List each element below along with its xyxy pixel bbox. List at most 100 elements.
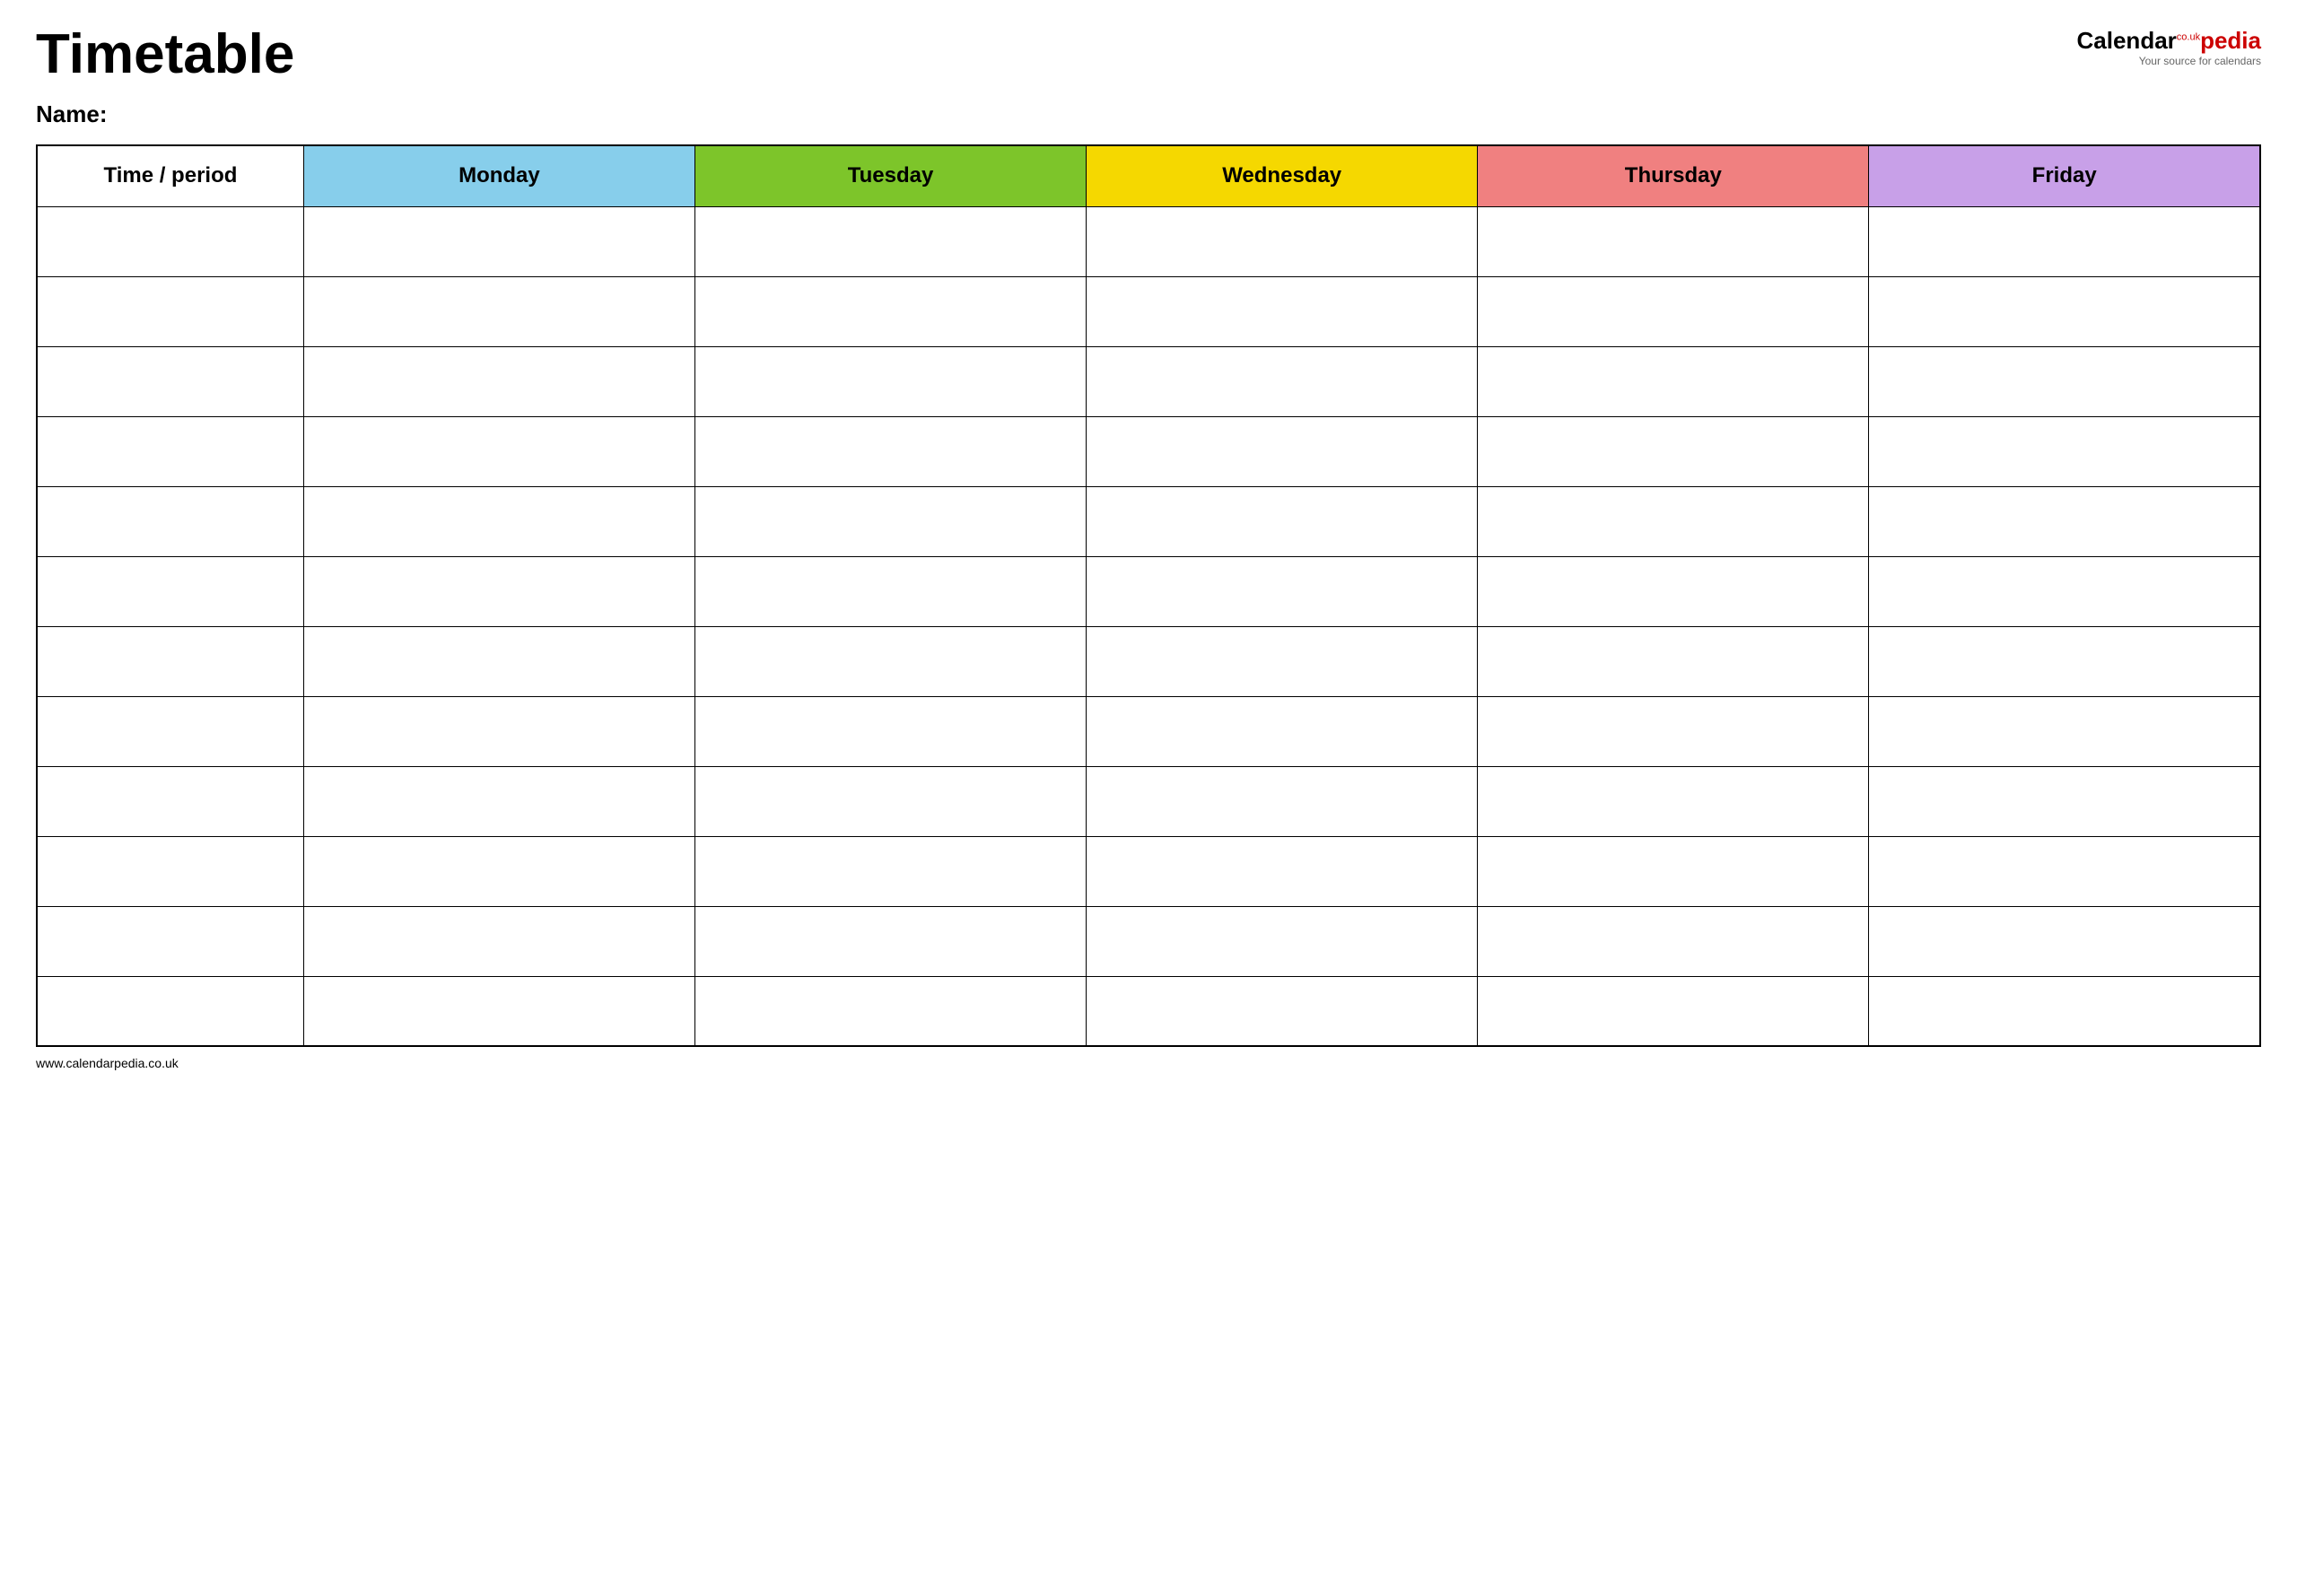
table-row — [37, 416, 2260, 486]
table-cell[interactable] — [37, 486, 303, 556]
page-title: Timetable — [36, 27, 294, 83]
table-cell[interactable] — [1087, 206, 1478, 276]
table-cell[interactable] — [303, 976, 694, 1046]
table-row — [37, 486, 2260, 556]
table-cell[interactable] — [303, 206, 694, 276]
table-cell[interactable] — [1087, 416, 1478, 486]
table-cell[interactable] — [37, 696, 303, 766]
table-cell[interactable] — [1869, 766, 2260, 836]
table-row — [37, 906, 2260, 976]
footer-url: www.calendarpedia.co.uk — [36, 1056, 179, 1070]
table-cell[interactable] — [303, 836, 694, 906]
table-cell[interactable] — [1869, 346, 2260, 416]
table-cell[interactable] — [37, 906, 303, 976]
table-header: Time / period Monday Tuesday Wednesday T… — [37, 145, 2260, 206]
table-cell[interactable] — [1087, 696, 1478, 766]
table-cell[interactable] — [1869, 626, 2260, 696]
table-cell[interactable] — [1478, 206, 1869, 276]
table-cell[interactable] — [694, 206, 1086, 276]
timetable: Time / period Monday Tuesday Wednesday T… — [36, 144, 2261, 1047]
table-cell[interactable] — [1087, 276, 1478, 346]
logo: Calendarco.ukpedia Your source for calen… — [2077, 27, 2261, 68]
table-cell[interactable] — [1869, 206, 2260, 276]
table-cell[interactable] — [694, 626, 1086, 696]
table-cell[interactable] — [303, 556, 694, 626]
table-cell[interactable] — [1478, 696, 1869, 766]
table-cell[interactable] — [1087, 836, 1478, 906]
table-cell[interactable] — [1478, 556, 1869, 626]
table-cell[interactable] — [303, 346, 694, 416]
logo-couk: co.uk — [2177, 31, 2200, 42]
table-cell[interactable] — [1869, 906, 2260, 976]
timetable-wrapper: Time / period Monday Tuesday Wednesday T… — [36, 144, 2261, 1047]
table-cell[interactable] — [694, 416, 1086, 486]
table-cell[interactable] — [1087, 346, 1478, 416]
table-cell[interactable] — [1087, 486, 1478, 556]
table-cell[interactable] — [37, 206, 303, 276]
table-cell[interactable] — [1478, 416, 1869, 486]
table-cell[interactable] — [694, 976, 1086, 1046]
table-cell[interactable] — [37, 836, 303, 906]
table-cell[interactable] — [37, 976, 303, 1046]
table-cell[interactable] — [694, 486, 1086, 556]
table-cell[interactable] — [1478, 626, 1869, 696]
table-cell[interactable] — [303, 276, 694, 346]
table-cell[interactable] — [694, 836, 1086, 906]
table-cell[interactable] — [694, 906, 1086, 976]
table-cell[interactable] — [1478, 836, 1869, 906]
table-row — [37, 766, 2260, 836]
table-cell[interactable] — [37, 416, 303, 486]
table-cell[interactable] — [37, 346, 303, 416]
table-cell[interactable] — [37, 766, 303, 836]
table-cell[interactable] — [1869, 696, 2260, 766]
table-cell[interactable] — [694, 766, 1086, 836]
footer: www.calendarpedia.co.uk — [36, 1056, 2261, 1070]
table-cell[interactable] — [303, 416, 694, 486]
table-cell[interactable] — [303, 626, 694, 696]
table-cell[interactable] — [303, 486, 694, 556]
table-cell[interactable] — [303, 906, 694, 976]
col-thursday: Thursday — [1478, 145, 1869, 206]
table-cell[interactable] — [1087, 766, 1478, 836]
table-cell[interactable] — [1087, 556, 1478, 626]
table-cell[interactable] — [37, 276, 303, 346]
table-row — [37, 976, 2260, 1046]
table-cell[interactable] — [1478, 766, 1869, 836]
table-cell[interactable] — [37, 626, 303, 696]
table-row — [37, 206, 2260, 276]
table-cell[interactable] — [1869, 836, 2260, 906]
table-row — [37, 696, 2260, 766]
table-cell[interactable] — [694, 346, 1086, 416]
table-cell[interactable] — [1869, 486, 2260, 556]
table-cell[interactable] — [1478, 486, 1869, 556]
table-cell[interactable] — [1087, 976, 1478, 1046]
table-row — [37, 626, 2260, 696]
table-cell[interactable] — [1478, 976, 1869, 1046]
table-cell[interactable] — [1869, 976, 2260, 1046]
col-tuesday: Tuesday — [694, 145, 1086, 206]
col-monday: Monday — [303, 145, 694, 206]
page-header: Timetable Calendarco.ukpedia Your source… — [36, 27, 2261, 83]
table-cell[interactable] — [694, 276, 1086, 346]
table-row — [37, 836, 2260, 906]
table-row — [37, 276, 2260, 346]
logo-pedia: pedia — [2200, 27, 2261, 54]
table-row — [37, 556, 2260, 626]
table-cell[interactable] — [303, 696, 694, 766]
logo-calendar: Calendar — [2077, 27, 2177, 54]
header-row: Time / period Monday Tuesday Wednesday T… — [37, 145, 2260, 206]
table-cell[interactable] — [1869, 556, 2260, 626]
logo-tagline: Your source for calendars — [2077, 55, 2261, 67]
table-cell[interactable] — [1087, 906, 1478, 976]
table-cell[interactable] — [694, 696, 1086, 766]
table-cell[interactable] — [1869, 416, 2260, 486]
col-time: Time / period — [37, 145, 303, 206]
table-cell[interactable] — [1478, 906, 1869, 976]
table-cell[interactable] — [1869, 276, 2260, 346]
table-cell[interactable] — [694, 556, 1086, 626]
table-cell[interactable] — [1478, 346, 1869, 416]
table-cell[interactable] — [1087, 626, 1478, 696]
table-cell[interactable] — [303, 766, 694, 836]
table-cell[interactable] — [1478, 276, 1869, 346]
table-cell[interactable] — [37, 556, 303, 626]
